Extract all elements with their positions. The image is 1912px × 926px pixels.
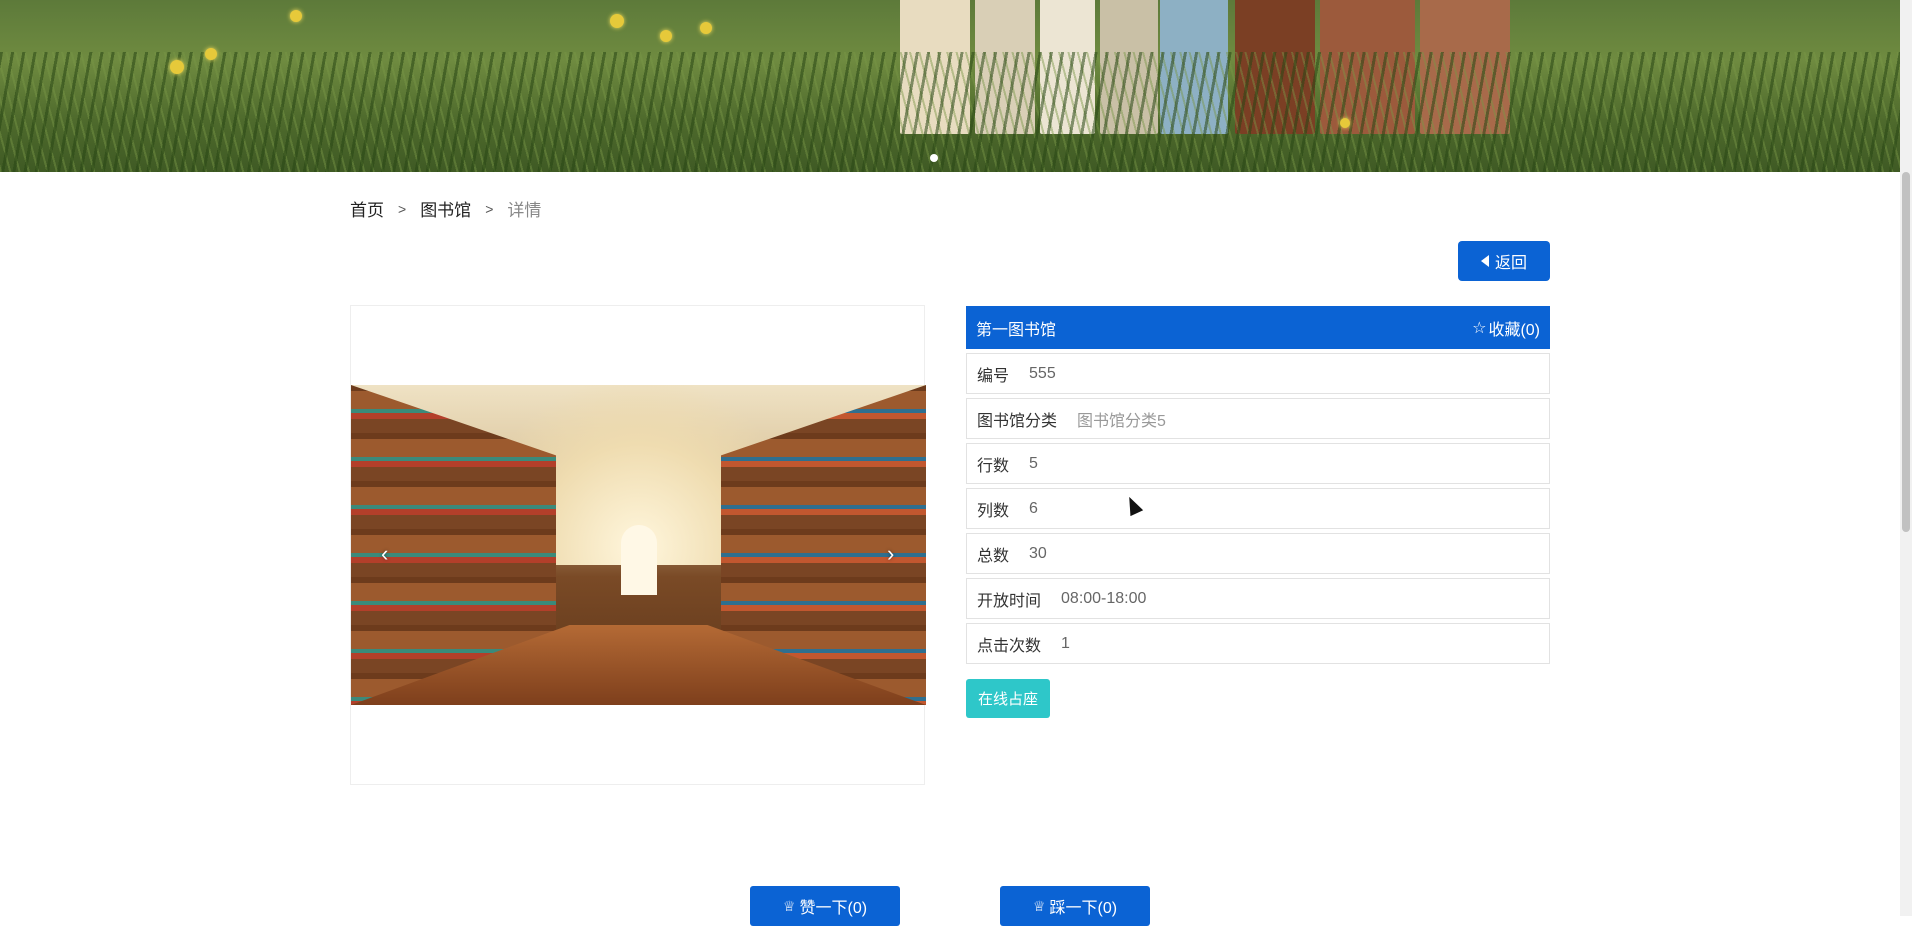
favorite-label: 收藏(0) (1488, 321, 1540, 339)
star-icon: ☆ (1472, 319, 1487, 337)
image-gallery: ‹ › (350, 305, 926, 785)
banner-flower (610, 14, 624, 28)
field-label: 图书馆分类 (977, 412, 1058, 430)
detail-row-total: 总数 30 (966, 533, 1550, 574)
field-label: 开放时间 (977, 592, 1042, 610)
page-scrollbar[interactable] (1900, 0, 1912, 916)
scrollbar-thumb[interactable] (1902, 172, 1910, 532)
banner-grass (0, 52, 1900, 172)
breadcrumb-separator: > (398, 200, 407, 217)
banner-flower (1340, 118, 1350, 128)
library-photo (351, 385, 926, 705)
like-label: 赞一下(0) (799, 900, 868, 917)
breadcrumb-home[interactable]: 首页 (350, 196, 384, 221)
caret-left-icon (1480, 255, 1489, 267)
dislike-label: 踩一下(0) (1049, 900, 1118, 917)
detail-header: 第一图书馆 ☆ 收藏(0) (966, 306, 1550, 349)
library-title: 第一图书馆 (976, 321, 1057, 339)
banner-flower (290, 10, 302, 22)
carousel-dot[interactable] (930, 154, 938, 162)
banner-flower (660, 30, 672, 42)
breadcrumb-current: 详情 (507, 201, 542, 220)
detail-row-columns: 列数 6 (966, 488, 1550, 529)
chevron-right-icon[interactable]: › (887, 541, 894, 567)
favorite-button[interactable]: ☆ 收藏(0) (1472, 316, 1540, 340)
field-value: 08:00-18:00 (1061, 589, 1147, 607)
chevron-left-icon[interactable]: ‹ (381, 541, 388, 567)
field-value: 6 (1029, 499, 1038, 517)
field-value: 30 (1029, 544, 1047, 562)
banner-flower (700, 22, 712, 34)
breadcrumb-library[interactable]: 图书馆 (420, 196, 471, 221)
back-button[interactable]: 返回 (1458, 241, 1550, 281)
field-value: 5 (1029, 454, 1038, 472)
photo-window (621, 525, 657, 595)
detail-row-clicks: 点击次数 1 (966, 623, 1550, 664)
detail-row-rows: 行数 5 (966, 443, 1550, 484)
field-label: 行数 (977, 457, 1010, 475)
detail-row-category: 图书馆分类 图书馆分类5 (966, 398, 1550, 439)
thumbs-down-icon: ♕ (1032, 897, 1046, 914)
hero-banner (0, 0, 1900, 172)
like-button[interactable]: ♕ 赞一下(0) (750, 886, 900, 926)
banner-flower (170, 60, 184, 74)
detail-row-hours: 开放时间 08:00-18:00 (966, 578, 1550, 619)
field-value: 图书馆分类5 (1077, 412, 1166, 430)
field-value: 555 (1029, 364, 1056, 382)
back-button-label: 返回 (1494, 255, 1527, 272)
field-label: 列数 (977, 502, 1010, 520)
banner-flower (205, 48, 217, 60)
reserve-seat-button[interactable]: 在线占座 (966, 679, 1050, 718)
detail-panel: 第一图书馆 ☆ 收藏(0) 编号 555 图书馆分类 图书馆分类5 行数 5 列… (966, 306, 1550, 664)
detail-row-id: 编号 555 (966, 353, 1550, 394)
field-label: 点击次数 (977, 637, 1042, 655)
dislike-button[interactable]: ♕ 踩一下(0) (1000, 886, 1150, 926)
field-label: 总数 (977, 547, 1010, 565)
field-value: 1 (1061, 634, 1070, 652)
breadcrumb: 首页 > 图书馆 > 详情 (350, 196, 541, 221)
field-label: 编号 (977, 367, 1010, 385)
thumbs-up-icon: ♕ (782, 897, 796, 914)
breadcrumb-separator: > (485, 200, 494, 217)
